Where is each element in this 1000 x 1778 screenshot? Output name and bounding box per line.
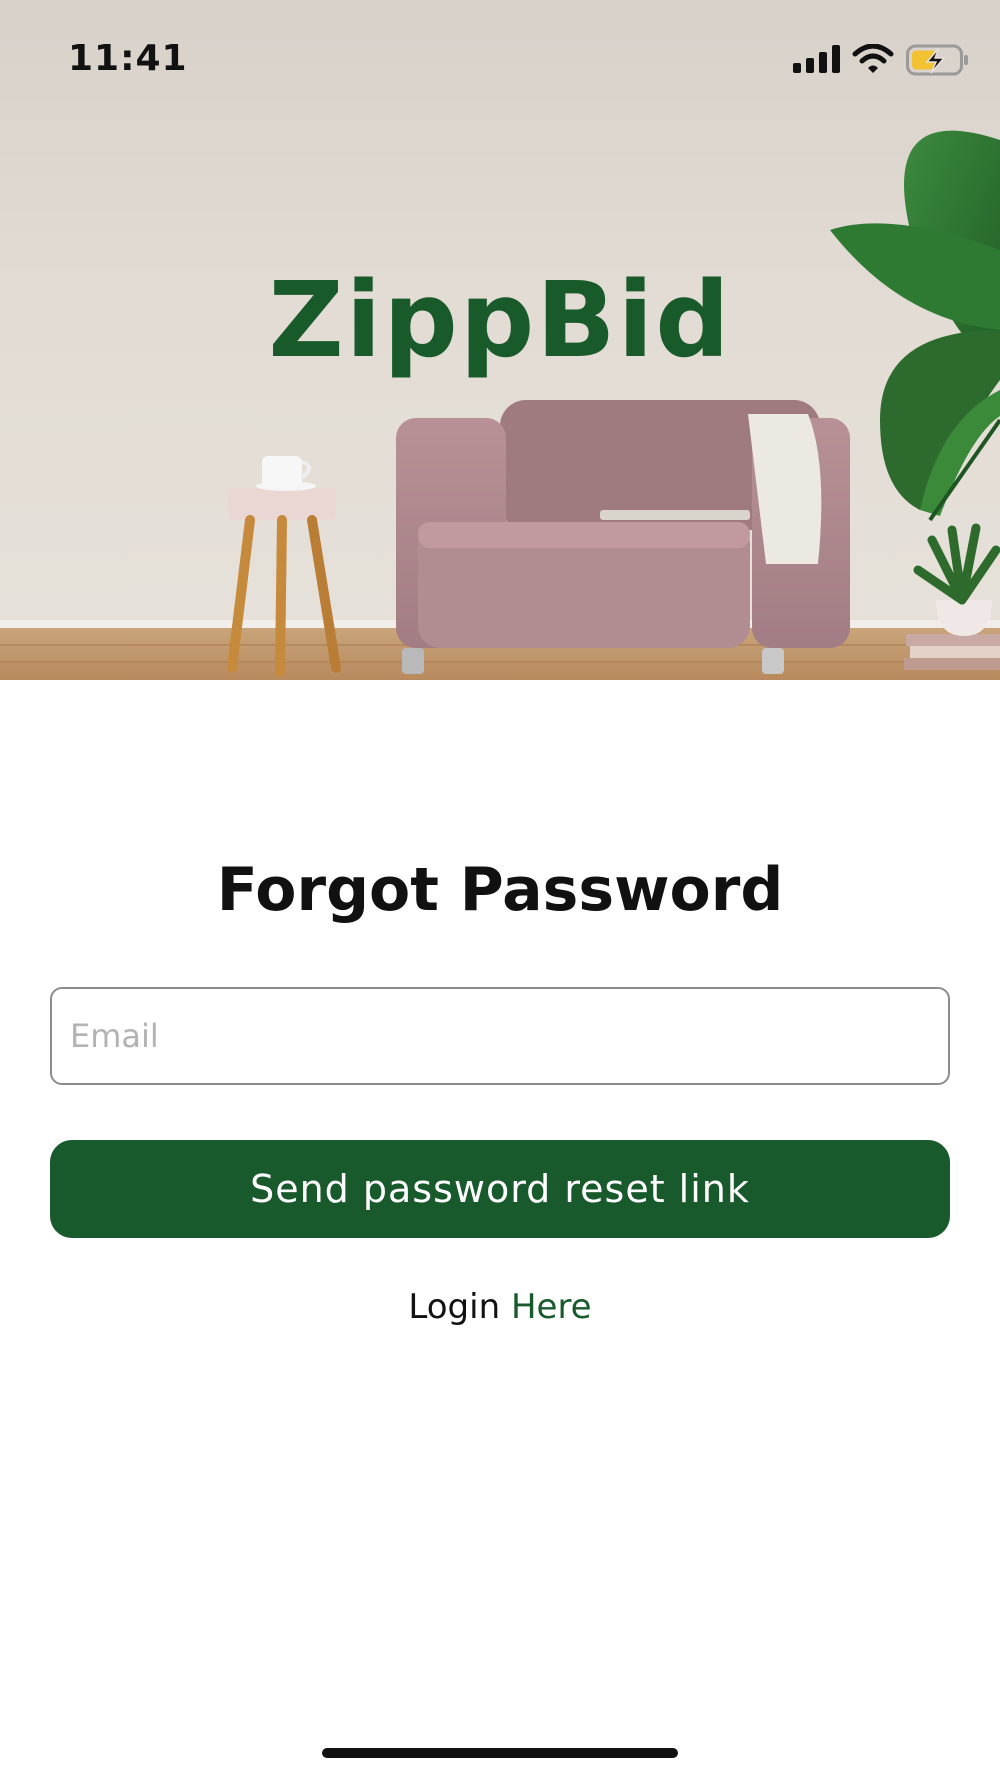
- send-reset-link-button[interactable]: Send password reset link: [50, 1140, 950, 1238]
- status-time: 11:41: [68, 38, 188, 79]
- battery-charging-icon: [906, 44, 968, 76]
- signal-icon: [793, 45, 840, 73]
- login-prefix: Login: [408, 1287, 501, 1327]
- books-and-plant: [904, 523, 1000, 670]
- status-bar: 11:41: [0, 0, 1000, 120]
- armchair: [396, 400, 850, 674]
- home-indicator[interactable]: [322, 1748, 678, 1758]
- wifi-icon: [852, 44, 894, 73]
- brand-logo: ZippBid: [268, 259, 732, 381]
- hero-banner: 11:41 ZippBid: [0, 0, 1000, 680]
- login-prompt: Login Here: [0, 1285, 1000, 1329]
- login-here-link[interactable]: Here: [511, 1287, 592, 1327]
- page-title: Forgot Password: [216, 855, 784, 925]
- email-field[interactable]: [50, 987, 950, 1085]
